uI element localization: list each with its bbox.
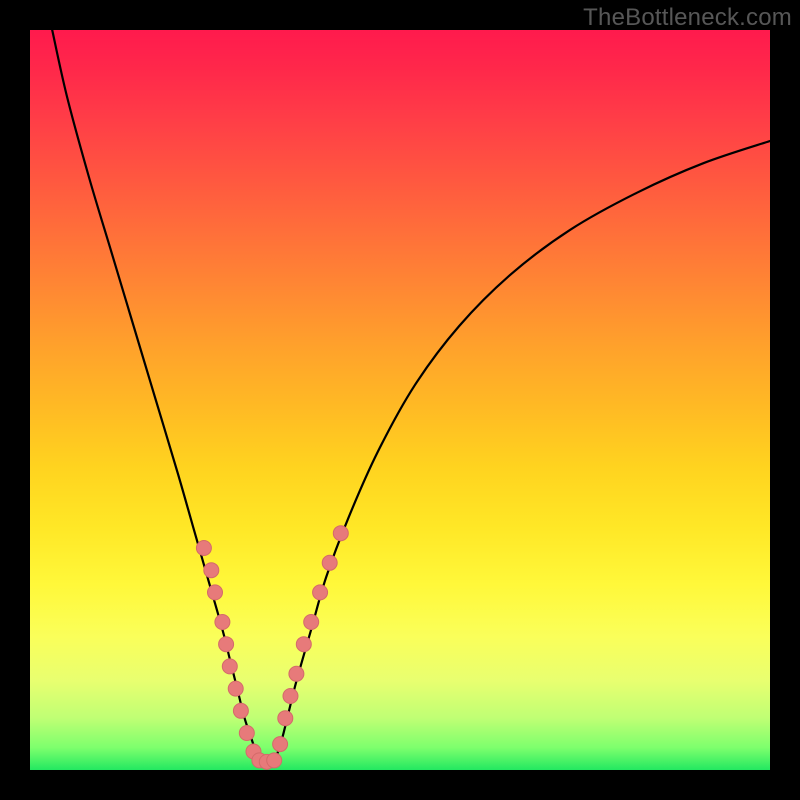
data-point [208, 585, 223, 600]
data-point [333, 526, 348, 541]
data-point [283, 689, 298, 704]
data-point [313, 585, 328, 600]
watermark-text: TheBottleneck.com [583, 4, 792, 32]
data-point [219, 637, 234, 652]
data-point [239, 726, 254, 741]
marker-layer [196, 526, 348, 770]
data-point [267, 753, 282, 768]
data-point [296, 637, 311, 652]
data-point [228, 681, 243, 696]
data-point [322, 555, 337, 570]
data-point [196, 541, 211, 556]
data-point [233, 703, 248, 718]
curve-layer [52, 30, 770, 763]
data-point [222, 659, 237, 674]
data-point [273, 737, 288, 752]
data-point [289, 666, 304, 681]
data-point [278, 711, 293, 726]
data-point [215, 615, 230, 630]
data-point [304, 615, 319, 630]
curve-left-branch [52, 30, 259, 763]
curve-right-branch [274, 141, 770, 763]
data-point [204, 563, 219, 578]
plot-area [30, 30, 770, 770]
chart-svg [30, 30, 770, 770]
chart-frame: TheBottleneck.com [0, 0, 800, 800]
